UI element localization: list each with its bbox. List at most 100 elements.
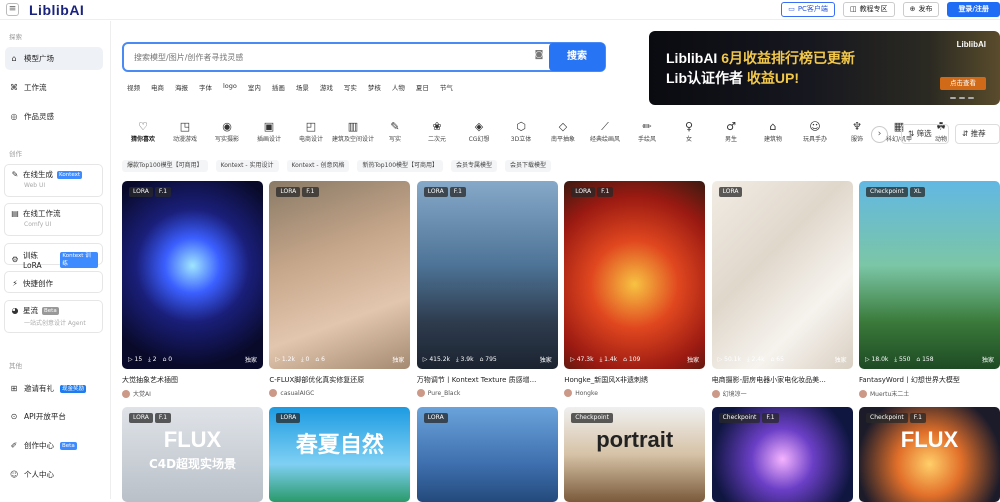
category-tab[interactable]: ♂ 男生	[710, 120, 752, 150]
tutorial-button[interactable]: ◫ 教程专区	[842, 2, 895, 17]
model-author[interactable]: 大觉AI	[122, 389, 151, 398]
model-title[interactable]: C-FLUX脚部优化真实修复还原	[269, 375, 410, 385]
category-tab[interactable]: ☺ 玩具手办	[794, 120, 836, 150]
tag-chip[interactable]: 爆款Top100模型【可商用】	[122, 160, 208, 172]
hot-word[interactable]: 梦核	[368, 82, 381, 92]
category-tab[interactable]: ✏ 手绘风	[626, 120, 668, 150]
model-title[interactable]: 大觉抽象艺术插图	[122, 375, 263, 385]
category-tab[interactable]: ◇ 南平抽象	[542, 120, 584, 150]
category-tab[interactable]: ❀ 二次元	[416, 120, 458, 150]
category-tab[interactable]: ♡ 猜你喜欢	[122, 120, 164, 150]
sidebar-item-model-square[interactable]: ⌂ 模型广场	[5, 47, 103, 70]
model-card[interactable]: Checkpoint F.1 FLUX	[859, 407, 1000, 502]
model-cover-image[interactable]: LORA 春夏自然	[269, 407, 411, 502]
hot-word[interactable]: 电商	[151, 82, 164, 92]
hot-word[interactable]: 海报	[175, 82, 188, 92]
search-button[interactable]: 搜索	[549, 43, 605, 71]
tag-chip[interactable]: Kontext - 创意风格	[286, 160, 350, 172]
model-author[interactable]: 幻境凉一	[711, 389, 747, 398]
pc-client-button[interactable]: ▭ PC客户端	[781, 2, 835, 17]
sidebar-card-xingliu[interactable]: ◕ 星流 Beta 一站式创意设计 Agent	[4, 300, 103, 333]
model-card[interactable]: LORA	[416, 407, 558, 502]
sidebar-card-online-workflow[interactable]: ▤ 在线工作流 Comfy UI	[4, 203, 103, 236]
menu-icon[interactable]: ≡	[6, 3, 19, 16]
model-card[interactable]: Checkpoint portrait	[564, 407, 706, 502]
login-button[interactable]: 登录/注册	[947, 2, 1000, 17]
hot-word[interactable]: logo	[223, 82, 237, 92]
model-card[interactable]: Checkpoint F.1	[711, 407, 853, 502]
tag-chip[interactable]: 会员专属模型	[451, 160, 498, 172]
search-input[interactable]	[134, 50, 524, 64]
logo[interactable]: LiblibAI	[29, 2, 84, 18]
model-cover-image[interactable]: LORA ▷ 50.1k ⤓ 2.4k ⌂ 65 独家	[711, 181, 853, 369]
model-author[interactable]: Pure_Black	[416, 389, 460, 397]
model-card[interactable]: LORA ▷ 50.1k ⤓ 2.4k ⌂ 65 独家电商摄影-厨房电器小家电化妆品美.…	[711, 181, 853, 401]
model-author[interactable]: Hongke	[564, 389, 598, 397]
model-card[interactable]: LORA F.1 ▷ 15 ⤓ 2 ⌂ 0 独家大觉抽象艺术插图 大觉AI	[122, 181, 263, 401]
model-title[interactable]: 电商摄影-厨房电器小家电化妆品美...	[712, 375, 853, 385]
sidebar-item-train-lora[interactable]: ⚙ 训练LoRA Kontext 训练	[4, 243, 103, 270]
tag-chip[interactable]: 新热Top100模型【可商用】	[357, 160, 444, 172]
model-cover-image[interactable]: Checkpoint portrait	[564, 407, 706, 502]
hot-word[interactable]: 写实	[344, 82, 357, 92]
hot-word[interactable]: 插画	[272, 82, 285, 92]
hot-word[interactable]: 节气	[440, 82, 453, 92]
model-title[interactable]: Hongke_新国风X非遗刺绣	[564, 375, 705, 385]
model-title[interactable]: FantasyWord丨幻想世界大模型	[859, 375, 1000, 385]
sidebar-item-inspiration[interactable]: ◎ 作品灵感	[5, 105, 103, 128]
model-cover-image[interactable]: LORA F.1 FLUX C4D超现实场景	[122, 407, 263, 502]
category-tab[interactable]: ⌂ 建筑物	[752, 120, 794, 150]
banner-cta-button[interactable]: 点击查看	[940, 77, 986, 90]
sidebar-item-api[interactable]: ⊙ API开放平台	[5, 405, 103, 428]
category-tab[interactable]: ▣ 插画设计	[248, 120, 290, 150]
category-tab[interactable]: ♀ 女	[668, 120, 710, 150]
category-tab[interactable]: ▥ 建筑及空间设计	[332, 120, 374, 150]
chevron-right-icon[interactable]: ›	[871, 126, 888, 143]
model-author[interactable]: casualAIGC	[269, 389, 314, 397]
hot-word[interactable]: 场景	[296, 82, 309, 92]
category-tab[interactable]: ✎ 写实	[374, 120, 416, 150]
model-cover-image[interactable]: LORA F.1 ▷ 1.2k ⤓ 0 ⌂ 6 独家	[269, 181, 411, 369]
sidebar-card-online-generate[interactable]: ✎ 在线生成 Kontext Web UI	[4, 164, 103, 197]
category-tab[interactable]: ◉ 写实摄影	[206, 120, 248, 150]
camera-icon[interactable]: ◙	[532, 50, 546, 63]
model-card[interactable]: LORA F.1 ▷ 1.2k ⤓ 0 ⌂ 6 独家 C-FLUX脚部优化真实修复还原 cas…	[269, 181, 411, 401]
model-cover-image[interactable]: LORA F.1 ▷ 47.3k ⤓ 1.4k ⌂ 109 独家	[564, 181, 706, 369]
hot-word[interactable]: 人物	[392, 82, 405, 92]
category-tab[interactable]: ◳ 动漫游戏	[164, 120, 206, 150]
sort-select[interactable]: ⇵ 推荐	[955, 124, 1000, 144]
model-card[interactable]: LORA F.1 ▷ 415.2k ⤓ 3.9k ⌂ 795 独家万物调节丨Kontext…	[416, 181, 558, 401]
publish-button[interactable]: ⊕ 发布	[902, 2, 940, 17]
model-card[interactable]: Checkpoint XL ▷ 18.0k ⤓ 550 ⌂ 158 独家 FantasyWo…	[859, 181, 1000, 401]
sidebar-item-invite[interactable]: ⊞ 邀请有礼 现金奖励	[5, 377, 103, 400]
model-author[interactable]: Muertu末二土	[859, 389, 909, 398]
hot-word[interactable]: 游戏	[320, 82, 333, 92]
model-card[interactable]: LORA F.1 FLUX C4D超现实场景	[122, 407, 263, 502]
model-card[interactable]: LORA F.1 ▷ 47.3k ⤓ 1.4k ⌂ 109 独家 Hongke_新国风X非遗…	[564, 181, 706, 401]
model-cover-image[interactable]: LORA F.1 ▷ 415.2k ⤓ 3.9k ⌂ 795 独家	[416, 181, 558, 369]
sidebar-item-quick-create[interactable]: ⚡ 快捷创作	[4, 271, 103, 293]
hot-word[interactable]: 视频	[127, 82, 140, 92]
model-card[interactable]: LORA 春夏自然	[269, 407, 411, 502]
category-tab[interactable]: ⟋ 经典绘画风	[584, 120, 626, 150]
tag-chip[interactable]: Kontext - 实用设计	[215, 160, 279, 172]
category-tab[interactable]: ⬡ 3D立体	[500, 120, 542, 150]
filter-button[interactable]: ⇅ 筛选	[901, 124, 949, 144]
model-title[interactable]: 万物调节丨Kontext Texture 质感增...	[417, 375, 558, 385]
hot-word[interactable]: 室内	[248, 82, 261, 92]
category-tab[interactable]: ◰ 电商设计	[290, 120, 332, 150]
carousel-dots[interactable]	[950, 97, 974, 99]
hot-word[interactable]: 夏日	[416, 82, 429, 92]
model-cover-image[interactable]: Checkpoint F.1 FLUX	[859, 407, 1000, 502]
sidebar-item-workflow[interactable]: ⌘ 工作流	[5, 76, 103, 99]
model-cover-image[interactable]: Checkpoint F.1	[711, 407, 853, 502]
model-cover-image[interactable]: Checkpoint XL ▷ 18.0k ⤓ 550 ⌂ 158 独家	[859, 181, 1000, 369]
hot-word[interactable]: 字体	[199, 82, 212, 92]
model-cover-image[interactable]: LORA	[416, 407, 558, 502]
category-tab[interactable]: ◈ CG幻想	[458, 120, 500, 150]
sidebar-item-creator-center[interactable]: ✐ 创作中心 Beta	[5, 434, 103, 457]
model-cover-image[interactable]: LORA F.1 ▷ 15 ⤓ 2 ⌂ 0 独家	[122, 181, 263, 369]
sidebar-item-personal[interactable]: ☺ 个人中心	[5, 463, 103, 486]
tag-chip[interactable]: 会员下载模型	[505, 160, 552, 172]
promo-banner[interactable]: LiblibAI 6月收益排行榜已更新 Lib认证作者 收益UP! L Libl…	[649, 31, 1000, 105]
